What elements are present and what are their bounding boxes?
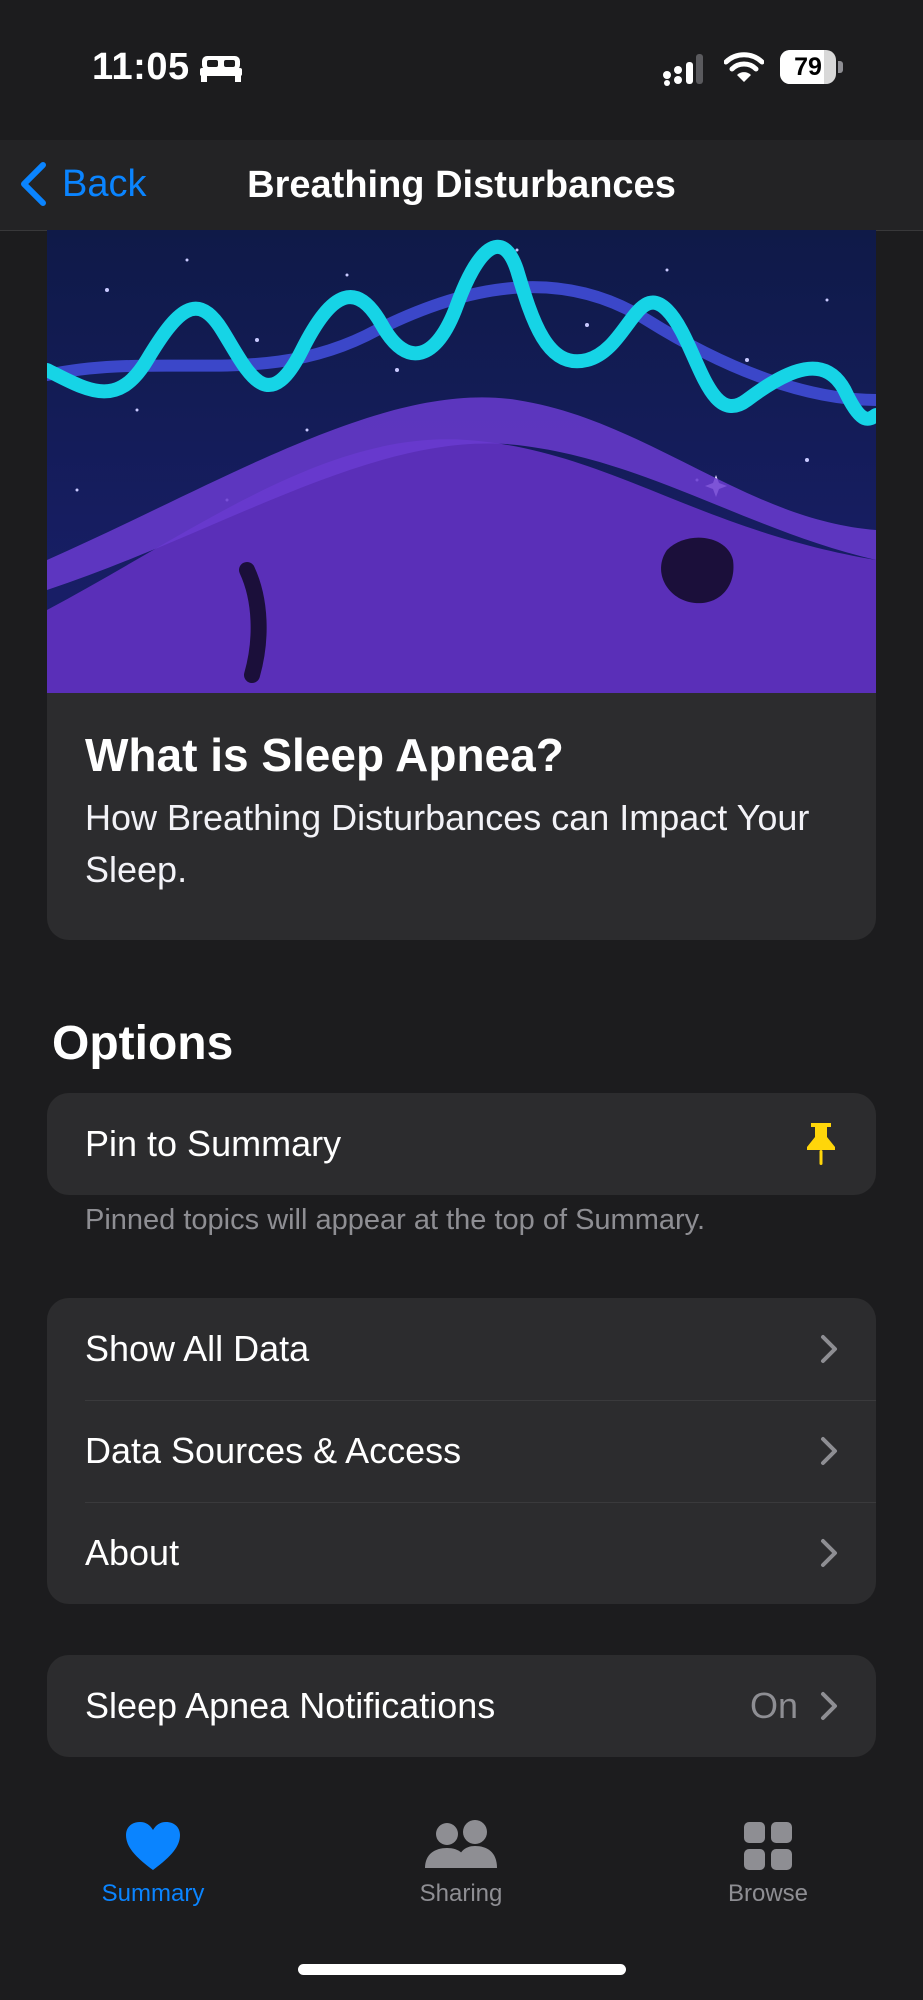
bed-icon: [200, 56, 242, 82]
cellular-signal-icon: [663, 54, 703, 86]
tab-browse-label: Browse: [727, 1880, 809, 1907]
article-subtitle: How Breathing Disturbances can Impact Yo…: [85, 797, 810, 890]
pin-footnote: Pinned topics will appear at the top of …: [85, 1204, 706, 1236]
pin-to-summary-label: Pin to Summary: [85, 1123, 342, 1164]
notifications-status-value: On: [749, 1685, 798, 1726]
navigation-bar: Back Breathing Disturbances: [0, 140, 923, 231]
about-label: About: [85, 1532, 180, 1573]
article-title: What is Sleep Apnea?: [85, 729, 564, 781]
battery-indicator: 79: [780, 50, 844, 86]
chevron-right-icon: [821, 1692, 837, 1720]
options-heading: Options: [52, 1017, 234, 1070]
sleep-apnea-notifications-row[interactable]: Sleep Apnea Notifications On: [47, 1655, 876, 1757]
tab-browse[interactable]: Browse: [668, 1820, 868, 1908]
status-time: 11:05: [92, 46, 190, 88]
chevron-right-icon: [821, 1335, 837, 1363]
tab-summary[interactable]: Summary: [53, 1820, 253, 1908]
battery-percent: 79: [794, 53, 822, 81]
sleep-apnea-notifications-label: Sleep Apnea Notifications: [85, 1685, 496, 1726]
pin-group: Pin to Summary: [47, 1093, 876, 1195]
chevron-right-icon: [821, 1539, 837, 1567]
home-indicator[interactable]: [298, 1964, 626, 1975]
pin-to-summary-row[interactable]: Pin to Summary: [47, 1093, 876, 1195]
show-all-data-label: Show All Data: [85, 1328, 310, 1369]
show-all-data-row[interactable]: Show All Data: [47, 1298, 876, 1400]
wifi-icon: [724, 52, 764, 82]
people-icon: [425, 1820, 497, 1868]
status-bar: 11:05 79: [0, 0, 923, 140]
data-sources-access-label: Data Sources & Access: [85, 1430, 462, 1471]
heart-icon: [126, 1822, 180, 1870]
grid-icon: [744, 1822, 792, 1870]
tab-sharing[interactable]: Sharing: [361, 1820, 561, 1908]
chevron-right-icon: [821, 1437, 837, 1465]
sleep-apnea-article-card[interactable]: What is Sleep Apnea? How Breathing Distu…: [47, 230, 876, 940]
data-sources-access-row[interactable]: Data Sources & Access: [47, 1400, 876, 1502]
page-title: Breathing Disturbances: [247, 164, 676, 206]
tab-summary-label: Summary: [101, 1880, 205, 1907]
tab-sharing-label: Sharing: [419, 1880, 503, 1907]
pin-icon[interactable]: [804, 1121, 838, 1167]
sleep-apnea-illustration: [47, 230, 876, 693]
data-options-group: Show All Data Data Sources & Access Abou…: [47, 1298, 876, 1604]
notifications-group: Sleep Apnea Notifications On: [47, 1655, 876, 1757]
about-row[interactable]: About: [47, 1502, 876, 1604]
